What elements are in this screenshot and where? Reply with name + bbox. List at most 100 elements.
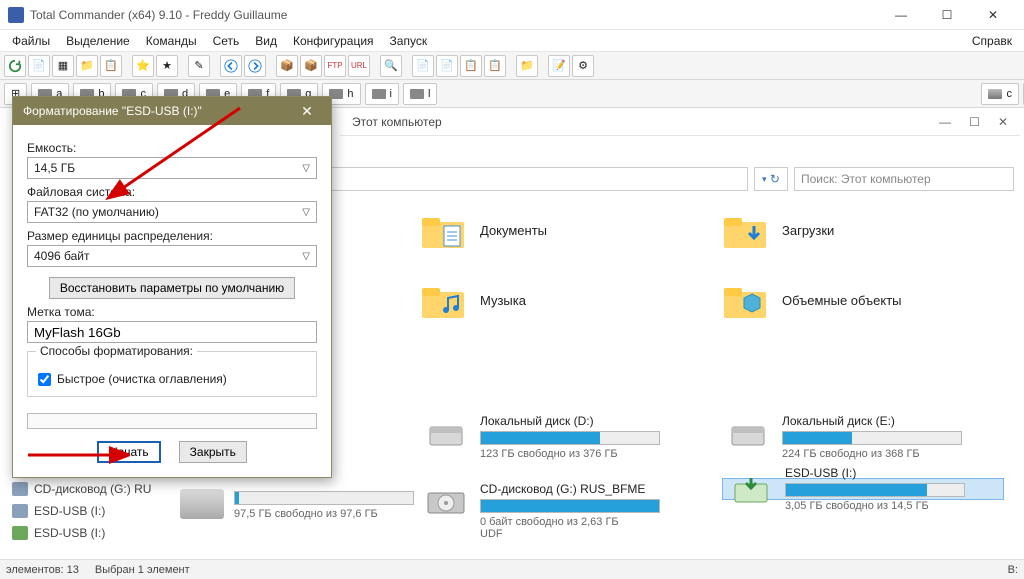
folder-icon [722,280,768,320]
address-bar[interactable] [280,167,748,191]
drive-free: 224 ГБ свободно из 368 ГБ [782,448,1000,460]
status-right: В: [1008,564,1018,576]
menu-select[interactable]: Выделение [60,32,136,50]
volume-label-input[interactable] [27,321,317,343]
menu-run[interactable]: Запуск [384,32,434,50]
close-button[interactable]: ✕ [970,0,1016,30]
drive-item[interactable]: Локальный диск (D:) 123 ГБ свободно из 37… [420,410,702,464]
folder-item[interactable]: Объемные объекты [722,280,1004,320]
explorer-close-icon[interactable]: ✕ [998,115,1008,129]
menu-view[interactable]: Вид [249,32,283,50]
start-button[interactable]: Начать [97,441,161,463]
tool-icon[interactable]: 📄 [28,55,50,77]
drive-icon [424,482,468,518]
folder-item[interactable]: Музыка [420,280,702,320]
archive-icon[interactable]: 📦 [276,55,298,77]
drive-info-left: 97,5 ГБ свободно из 97,6 ГБ [180,488,414,520]
drive-btn[interactable]: l [403,83,437,105]
restore-defaults-button[interactable]: Восстановить параметры по умолчанию [49,277,295,299]
explorer-min-icon[interactable]: — [939,115,951,129]
drive-name: CD-дисковод (G:) RUS_BFME [480,482,698,496]
format-options-label: Способы форматирования: [36,344,197,358]
tool-icon[interactable]: ⚙ [572,55,594,77]
drive-btn[interactable]: c [981,83,1019,105]
status-count: элементов: 13 [6,564,79,576]
format-progress [27,413,317,429]
titlebar: Total Commander (x64) 9.10 - Freddy Guil… [0,0,1024,30]
quick-format-checkbox[interactable]: Быстрое (очистка оглавления) [38,372,306,386]
minimize-button[interactable]: — [878,0,924,30]
extract-icon[interactable]: 📦 [300,55,322,77]
url-icon[interactable]: URL [348,55,370,77]
menu-file[interactable]: Файлы [6,32,56,50]
drive-free: 123 ГБ свободно из 376 ГБ [480,448,698,460]
tool-icon[interactable]: 📄 [436,55,458,77]
explorer-max-icon[interactable]: ☐ [969,115,980,129]
explorer-title-text: Этот компьютер [352,115,442,129]
folder-name: Музыка [480,293,526,308]
allocation-select[interactable]: 4096 байт▽ [27,245,317,267]
ftp-icon[interactable]: FTP [324,55,346,77]
close-button[interactable]: Закрыть [179,441,247,463]
capacity-select[interactable]: 14,5 ГБ▽ [27,157,317,179]
tool-icon[interactable]: 📁 [516,55,538,77]
dialog-title: Форматирование "ESD-USB (I:)" [23,104,202,118]
format-dialog: Форматирование "ESD-USB (I:)" ✕ Емкость:… [12,96,332,478]
sidebar-item-label: ESD-USB (I:) [34,504,105,518]
tool-icon[interactable]: 📋 [100,55,122,77]
capacity-label: Емкость: [27,141,317,155]
statusbar: элементов: 13 Выбран 1 элемент В: [0,559,1024,579]
folder-icon [722,210,768,250]
edit-icon[interactable]: ✎ [188,55,210,77]
menu-net[interactable]: Сеть [207,32,246,50]
format-options-group: Способы форматирования: Быстрое (очистка… [27,351,317,397]
drive-usage-bar [480,431,660,445]
drive-icon [12,482,28,496]
folder-name: Документы [480,223,547,238]
dialog-titlebar[interactable]: Форматирование "ESD-USB (I:)" ✕ [13,97,331,125]
tool-icon[interactable]: 📋 [460,55,482,77]
refresh-icon[interactable] [4,55,26,77]
back-icon[interactable] [220,55,242,77]
quick-format-input[interactable] [38,373,51,386]
tool-icon[interactable]: ▦ [52,55,74,77]
filesystem-select[interactable]: FAT32 (по умолчанию)▽ [27,201,317,223]
sidebar-item[interactable]: CD-дисковод (G:) RU [4,478,174,500]
drive-icon [12,504,28,518]
tool-icon[interactable]: 📋 [484,55,506,77]
folder-icon [420,280,466,320]
maximize-button[interactable]: ☐ [924,0,970,30]
folder-item[interactable]: Документы [420,210,702,250]
tool-icon[interactable]: 📄 [412,55,434,77]
menu-help[interactable]: Справк [966,32,1018,50]
tool-icon[interactable]: ⭐ [132,55,154,77]
drive-item[interactable]: CD-дисковод (G:) RUS_BFME 0 байт свободно… [420,478,702,544]
drive-icon [12,526,28,540]
sidebar-item-label: CD-дисковод (G:) RU [34,482,151,496]
filesystem-label: Файловая система: [27,185,317,199]
folder-item[interactable]: Загрузки [722,210,1004,250]
drive-item[interactable]: Локальный диск (E:) 224 ГБ свободно из 36… [722,410,1004,464]
search-icon[interactable]: 🔍 [380,55,402,77]
drive-name: Локальный диск (E:) [782,414,1000,428]
dialog-close-icon[interactable]: ✕ [293,103,321,120]
folder-icon [420,210,466,250]
notepad-icon[interactable]: 📝 [548,55,570,77]
sidebar-item[interactable]: ESD-USB (I:) [4,500,174,522]
tool-icon[interactable]: 📁 [76,55,98,77]
menu-commands[interactable]: Команды [140,32,203,50]
search-input[interactable]: Поиск: Этот компьютер [794,167,1014,191]
tool-icon[interactable]: ★ [156,55,178,77]
drive-icon [424,414,468,450]
status-selection: Выбран 1 элемент [95,564,190,576]
forward-icon[interactable] [244,55,266,77]
drive-btn[interactable]: i [365,83,399,105]
volume-label-label: Метка тома: [27,305,317,319]
drive-item[interactable]: ESD-USB (I:)3,05 ГБ свободно из 14,5 ГБ [722,478,1004,500]
drive-free: 0 байт свободно из 2,63 ГБ [480,516,698,528]
drive-name: Локальный диск (D:) [480,414,698,428]
menu-config[interactable]: Конфигурация [287,32,380,50]
refresh-button[interactable]: ▾ ↻ [754,167,788,191]
sidebar-item[interactable]: ESD-USB (I:) [4,522,174,544]
drive-usage-bar [785,483,965,497]
